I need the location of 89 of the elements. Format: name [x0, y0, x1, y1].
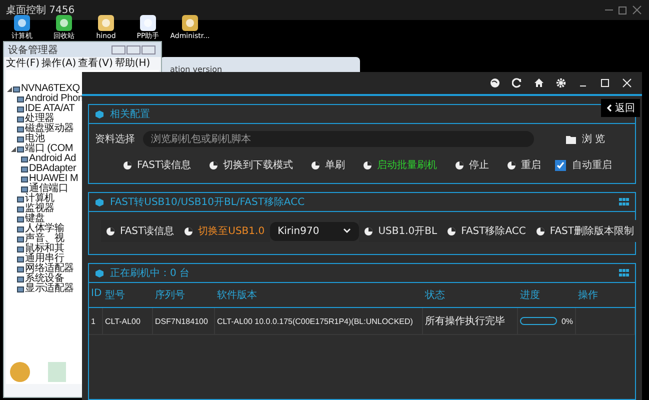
chevron-down-icon	[343, 228, 352, 234]
cube-icon	[95, 110, 104, 118]
tree-item[interactable]: 处理器	[25, 114, 54, 124]
tree-item[interactable]: 键盘	[25, 214, 45, 224]
pie-icon	[184, 226, 194, 236]
back-button[interactable]: 返回	[601, 99, 640, 117]
grid-icon[interactable]	[619, 198, 629, 206]
table-cell: CLT-AL00	[103, 308, 153, 335]
pie-icon	[536, 226, 545, 236]
home-icon[interactable]	[534, 78, 544, 88]
tree-item[interactable]: 监视器	[25, 204, 54, 214]
settings-icon[interactable]	[556, 78, 566, 88]
tree-item[interactable]: 系统设备	[25, 274, 64, 284]
field-label: 资料选择	[95, 132, 135, 146]
action-button[interactable]: 重启	[503, 155, 546, 175]
refresh-icon[interactable]	[512, 78, 522, 88]
remote-title: 桌面控制 7456	[6, 4, 75, 17]
grid-icon[interactable]	[619, 269, 629, 277]
tree-item[interactable]: 显示适配器	[25, 284, 74, 294]
tree-item[interactable]: DBAdapter	[29, 164, 76, 174]
menu-item[interactable]: 文件(F)	[6, 58, 40, 69]
desktop-icon[interactable]	[13, 14, 31, 32]
window-controls-icon[interactable]	[111, 44, 157, 54]
tree-item[interactable]: HUAWEI M	[29, 174, 78, 184]
action-button[interactable]: FAST读信息	[119, 155, 196, 175]
chip-select[interactable]: Kirin970	[270, 222, 360, 240]
panel-title: FAST转USB10/USB10开BL/FAST移除ACC	[110, 196, 305, 209]
tree-item[interactable]: 计算机	[25, 194, 54, 204]
tree-item[interactable]: 声音、视	[25, 234, 64, 244]
table-cell: DSF7N184100	[153, 308, 215, 335]
action-button[interactable]: 切换到下载模式	[205, 155, 298, 175]
maximize-icon[interactable]	[600, 78, 610, 88]
tree-item[interactable]: 人体学输	[25, 224, 64, 234]
window-title: 设备管理器	[8, 44, 58, 56]
tree-item[interactable]: 通用串行	[25, 254, 64, 264]
action-button[interactable]: 启动批量刷机	[359, 155, 442, 175]
expand-arrow-icon[interactable]	[7, 86, 12, 92]
tree-item[interactable]: 鼠标和其	[25, 244, 64, 254]
pie-icon	[123, 160, 132, 170]
folder-icon	[566, 134, 577, 144]
table-cell: 所有操作执行完毕	[423, 308, 518, 335]
browse-button[interactable]: 浏 览	[562, 129, 609, 149]
tree-item[interactable]: NVNA6TEXQ	[21, 84, 80, 94]
column-header: 操作	[576, 283, 635, 308]
pie-icon	[209, 160, 218, 170]
desktop-icon[interactable]	[55, 14, 73, 32]
cube-icon	[95, 198, 104, 206]
column-header: 序列号	[153, 283, 215, 308]
column-header: ID	[89, 283, 103, 308]
column-header: 进度	[518, 283, 576, 308]
expand-arrow-icon[interactable]	[11, 146, 16, 152]
column-header: 型号	[103, 283, 153, 308]
panel-title: 正在刷机中：0 台	[110, 266, 190, 280]
action-button[interactable]: 单刷	[307, 155, 350, 175]
checkbox-label: 自动重启	[572, 158, 612, 172]
tree-item[interactable]: 端口 (COM	[25, 144, 74, 154]
window-controls-icon[interactable]	[603, 5, 643, 15]
tree-item[interactable]: 磁盘驱动器	[25, 124, 74, 134]
panel-title: 相关配置	[110, 108, 150, 121]
table-cell: 1	[89, 308, 103, 335]
menu-item[interactable]: 帮助(H)	[114, 58, 150, 69]
tree-item[interactable]: IDE ATA/AT	[25, 104, 75, 114]
pie-icon	[311, 160, 320, 170]
window-title: ation version	[170, 65, 222, 74]
file-path-field[interactable]: 浏览刷机包或刷机脚本	[143, 131, 534, 147]
tree-item[interactable]: Android Ad	[29, 154, 76, 164]
column-header: 状态	[423, 283, 518, 308]
chevron-left-icon	[606, 104, 612, 112]
desktop-icon[interactable]	[97, 14, 115, 32]
pie-icon	[363, 160, 372, 170]
pie-icon	[106, 226, 115, 236]
close-icon[interactable]	[622, 78, 632, 88]
menu-item[interactable]: 查看(V)	[78, 58, 113, 69]
menu-item[interactable]: 操作(A)	[42, 58, 76, 69]
checkbox[interactable]	[555, 160, 566, 170]
pie-icon	[364, 226, 374, 236]
desktop-icon[interactable]	[139, 14, 157, 32]
action-button[interactable]: 停止	[451, 155, 494, 175]
pie-icon	[455, 160, 464, 170]
cube-icon	[95, 268, 104, 278]
pie-icon	[447, 226, 456, 236]
progress-reading: 0%	[561, 316, 573, 326]
tree-item[interactable]: 电池	[25, 134, 45, 144]
column-header: 软件版本	[215, 283, 423, 308]
table-cell: CLT-AL00 10.0.0.175(C00E175R1P4)(BL:UNLOCKED)	[215, 308, 423, 335]
pie-icon	[507, 160, 516, 170]
tree-item[interactable]: 网络适配器	[25, 264, 74, 274]
tree-item[interactable]: 通信端口	[29, 184, 68, 194]
desktop-icon[interactable]	[181, 14, 199, 32]
